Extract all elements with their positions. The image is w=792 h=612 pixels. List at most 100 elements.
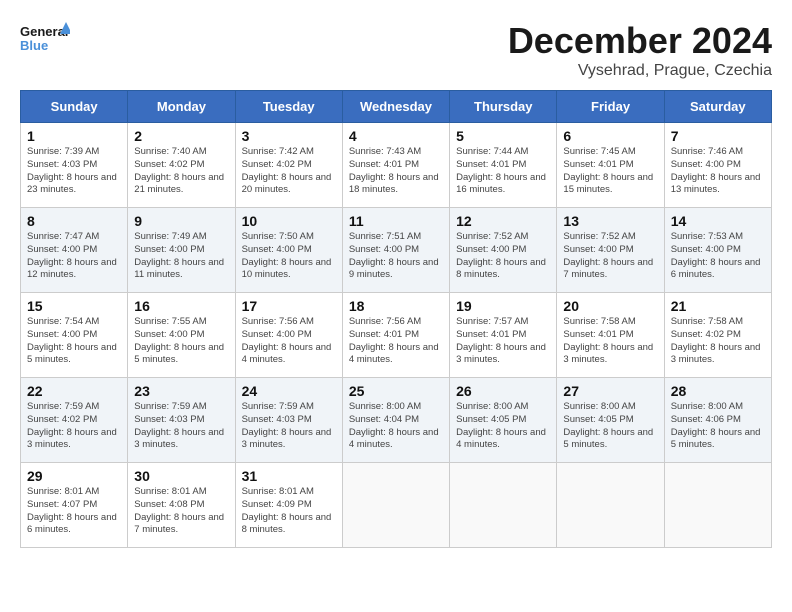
- svg-text:Blue: Blue: [20, 38, 48, 53]
- calendar-cell: 23 Sunrise: 7:59 AMSunset: 4:03 PMDaylig…: [128, 378, 235, 463]
- day-info: Sunrise: 7:39 AMSunset: 4:03 PMDaylight:…: [27, 146, 121, 197]
- day-info: Sunrise: 7:59 AMSunset: 4:03 PMDaylight:…: [134, 401, 228, 452]
- day-number: 22: [27, 383, 121, 399]
- day-number: 26: [456, 383, 550, 399]
- calendar-row-5: 29 Sunrise: 8:01 AMSunset: 4:07 PMDaylig…: [21, 463, 772, 548]
- day-info: Sunrise: 7:42 AMSunset: 4:02 PMDaylight:…: [242, 146, 336, 197]
- day-number: 7: [671, 128, 765, 144]
- day-info: Sunrise: 7:55 AMSunset: 4:00 PMDaylight:…: [134, 316, 228, 367]
- calendar-header-row: Sunday Monday Tuesday Wednesday Thursday…: [21, 91, 772, 123]
- day-info: Sunrise: 7:56 AMSunset: 4:00 PMDaylight:…: [242, 316, 336, 367]
- calendar-cell: 11 Sunrise: 7:51 AMSunset: 4:00 PMDaylig…: [342, 208, 449, 293]
- day-number: 23: [134, 383, 228, 399]
- calendar-cell: 14 Sunrise: 7:53 AMSunset: 4:00 PMDaylig…: [664, 208, 771, 293]
- svg-text:General: General: [20, 24, 68, 39]
- col-friday: Friday: [557, 91, 664, 123]
- day-number: 18: [349, 298, 443, 314]
- day-number: 16: [134, 298, 228, 314]
- day-info: Sunrise: 7:57 AMSunset: 4:01 PMDaylight:…: [456, 316, 550, 367]
- col-sunday: Sunday: [21, 91, 128, 123]
- day-info: Sunrise: 7:50 AMSunset: 4:00 PMDaylight:…: [242, 231, 336, 282]
- day-number: 2: [134, 128, 228, 144]
- calendar-cell: [664, 463, 771, 548]
- calendar-cell: [342, 463, 449, 548]
- calendar-cell: 30 Sunrise: 8:01 AMSunset: 4:08 PMDaylig…: [128, 463, 235, 548]
- header: General Blue December 2024 Vysehrad, Pra…: [20, 20, 772, 80]
- col-thursday: Thursday: [450, 91, 557, 123]
- logo: General Blue: [20, 20, 70, 65]
- day-number: 14: [671, 213, 765, 229]
- calendar-cell: 19 Sunrise: 7:57 AMSunset: 4:01 PMDaylig…: [450, 293, 557, 378]
- calendar-cell: 12 Sunrise: 7:52 AMSunset: 4:00 PMDaylig…: [450, 208, 557, 293]
- day-number: 6: [563, 128, 657, 144]
- day-number: 31: [242, 468, 336, 484]
- calendar-cell: 2 Sunrise: 7:40 AMSunset: 4:02 PMDayligh…: [128, 123, 235, 208]
- calendar-cell: [557, 463, 664, 548]
- calendar-cell: 21 Sunrise: 7:58 AMSunset: 4:02 PMDaylig…: [664, 293, 771, 378]
- day-info: Sunrise: 7:51 AMSunset: 4:00 PMDaylight:…: [349, 231, 443, 282]
- calendar-cell: 25 Sunrise: 8:00 AMSunset: 4:04 PMDaylig…: [342, 378, 449, 463]
- calendar-row-3: 15 Sunrise: 7:54 AMSunset: 4:00 PMDaylig…: [21, 293, 772, 378]
- calendar-cell: 1 Sunrise: 7:39 AMSunset: 4:03 PMDayligh…: [21, 123, 128, 208]
- day-info: Sunrise: 7:43 AMSunset: 4:01 PMDaylight:…: [349, 146, 443, 197]
- col-monday: Monday: [128, 91, 235, 123]
- day-info: Sunrise: 8:01 AMSunset: 4:08 PMDaylight:…: [134, 486, 228, 537]
- day-number: 15: [27, 298, 121, 314]
- day-info: Sunrise: 8:01 AMSunset: 4:09 PMDaylight:…: [242, 486, 336, 537]
- day-number: 17: [242, 298, 336, 314]
- calendar-table: Sunday Monday Tuesday Wednesday Thursday…: [20, 90, 772, 548]
- calendar-cell: 3 Sunrise: 7:42 AMSunset: 4:02 PMDayligh…: [235, 123, 342, 208]
- day-number: 3: [242, 128, 336, 144]
- day-number: 13: [563, 213, 657, 229]
- col-saturday: Saturday: [664, 91, 771, 123]
- day-number: 12: [456, 213, 550, 229]
- calendar-cell: 22 Sunrise: 7:59 AMSunset: 4:02 PMDaylig…: [21, 378, 128, 463]
- calendar-cell: 6 Sunrise: 7:45 AMSunset: 4:01 PMDayligh…: [557, 123, 664, 208]
- day-number: 20: [563, 298, 657, 314]
- calendar-cell: 15 Sunrise: 7:54 AMSunset: 4:00 PMDaylig…: [21, 293, 128, 378]
- day-number: 21: [671, 298, 765, 314]
- calendar-cell: 16 Sunrise: 7:55 AMSunset: 4:00 PMDaylig…: [128, 293, 235, 378]
- day-info: Sunrise: 7:56 AMSunset: 4:01 PMDaylight:…: [349, 316, 443, 367]
- calendar-cell: 20 Sunrise: 7:58 AMSunset: 4:01 PMDaylig…: [557, 293, 664, 378]
- day-info: Sunrise: 7:53 AMSunset: 4:00 PMDaylight:…: [671, 231, 765, 282]
- day-number: 29: [27, 468, 121, 484]
- day-number: 9: [134, 213, 228, 229]
- calendar-cell: 27 Sunrise: 8:00 AMSunset: 4:05 PMDaylig…: [557, 378, 664, 463]
- day-number: 8: [27, 213, 121, 229]
- day-info: Sunrise: 8:01 AMSunset: 4:07 PMDaylight:…: [27, 486, 121, 537]
- day-info: Sunrise: 7:52 AMSunset: 4:00 PMDaylight:…: [563, 231, 657, 282]
- day-number: 30: [134, 468, 228, 484]
- logo-svg: General Blue: [20, 20, 70, 60]
- calendar-body: 1 Sunrise: 7:39 AMSunset: 4:03 PMDayligh…: [21, 123, 772, 548]
- day-number: 11: [349, 213, 443, 229]
- day-number: 4: [349, 128, 443, 144]
- calendar-cell: 26 Sunrise: 8:00 AMSunset: 4:05 PMDaylig…: [450, 378, 557, 463]
- day-number: 27: [563, 383, 657, 399]
- calendar-cell: 28 Sunrise: 8:00 AMSunset: 4:06 PMDaylig…: [664, 378, 771, 463]
- calendar-cell: 10 Sunrise: 7:50 AMSunset: 4:00 PMDaylig…: [235, 208, 342, 293]
- day-info: Sunrise: 7:47 AMSunset: 4:00 PMDaylight:…: [27, 231, 121, 282]
- calendar-cell: 31 Sunrise: 8:01 AMSunset: 4:09 PMDaylig…: [235, 463, 342, 548]
- calendar-cell: 4 Sunrise: 7:43 AMSunset: 4:01 PMDayligh…: [342, 123, 449, 208]
- day-info: Sunrise: 7:52 AMSunset: 4:00 PMDaylight:…: [456, 231, 550, 282]
- calendar-cell: 8 Sunrise: 7:47 AMSunset: 4:00 PMDayligh…: [21, 208, 128, 293]
- day-info: Sunrise: 8:00 AMSunset: 4:04 PMDaylight:…: [349, 401, 443, 452]
- day-number: 25: [349, 383, 443, 399]
- day-info: Sunrise: 7:44 AMSunset: 4:01 PMDaylight:…: [456, 146, 550, 197]
- day-number: 19: [456, 298, 550, 314]
- day-info: Sunrise: 7:40 AMSunset: 4:02 PMDaylight:…: [134, 146, 228, 197]
- calendar-subtitle: Vysehrad, Prague, Czechia: [508, 62, 772, 80]
- day-number: 24: [242, 383, 336, 399]
- calendar-cell: 29 Sunrise: 8:01 AMSunset: 4:07 PMDaylig…: [21, 463, 128, 548]
- calendar-cell: 5 Sunrise: 7:44 AMSunset: 4:01 PMDayligh…: [450, 123, 557, 208]
- title-area: December 2024 Vysehrad, Prague, Czechia: [508, 20, 772, 80]
- day-info: Sunrise: 7:59 AMSunset: 4:03 PMDaylight:…: [242, 401, 336, 452]
- day-info: Sunrise: 8:00 AMSunset: 4:05 PMDaylight:…: [563, 401, 657, 452]
- calendar-cell: 18 Sunrise: 7:56 AMSunset: 4:01 PMDaylig…: [342, 293, 449, 378]
- day-info: Sunrise: 7:54 AMSunset: 4:00 PMDaylight:…: [27, 316, 121, 367]
- calendar-cell: 7 Sunrise: 7:46 AMSunset: 4:00 PMDayligh…: [664, 123, 771, 208]
- calendar-row-1: 1 Sunrise: 7:39 AMSunset: 4:03 PMDayligh…: [21, 123, 772, 208]
- day-info: Sunrise: 7:49 AMSunset: 4:00 PMDaylight:…: [134, 231, 228, 282]
- col-wednesday: Wednesday: [342, 91, 449, 123]
